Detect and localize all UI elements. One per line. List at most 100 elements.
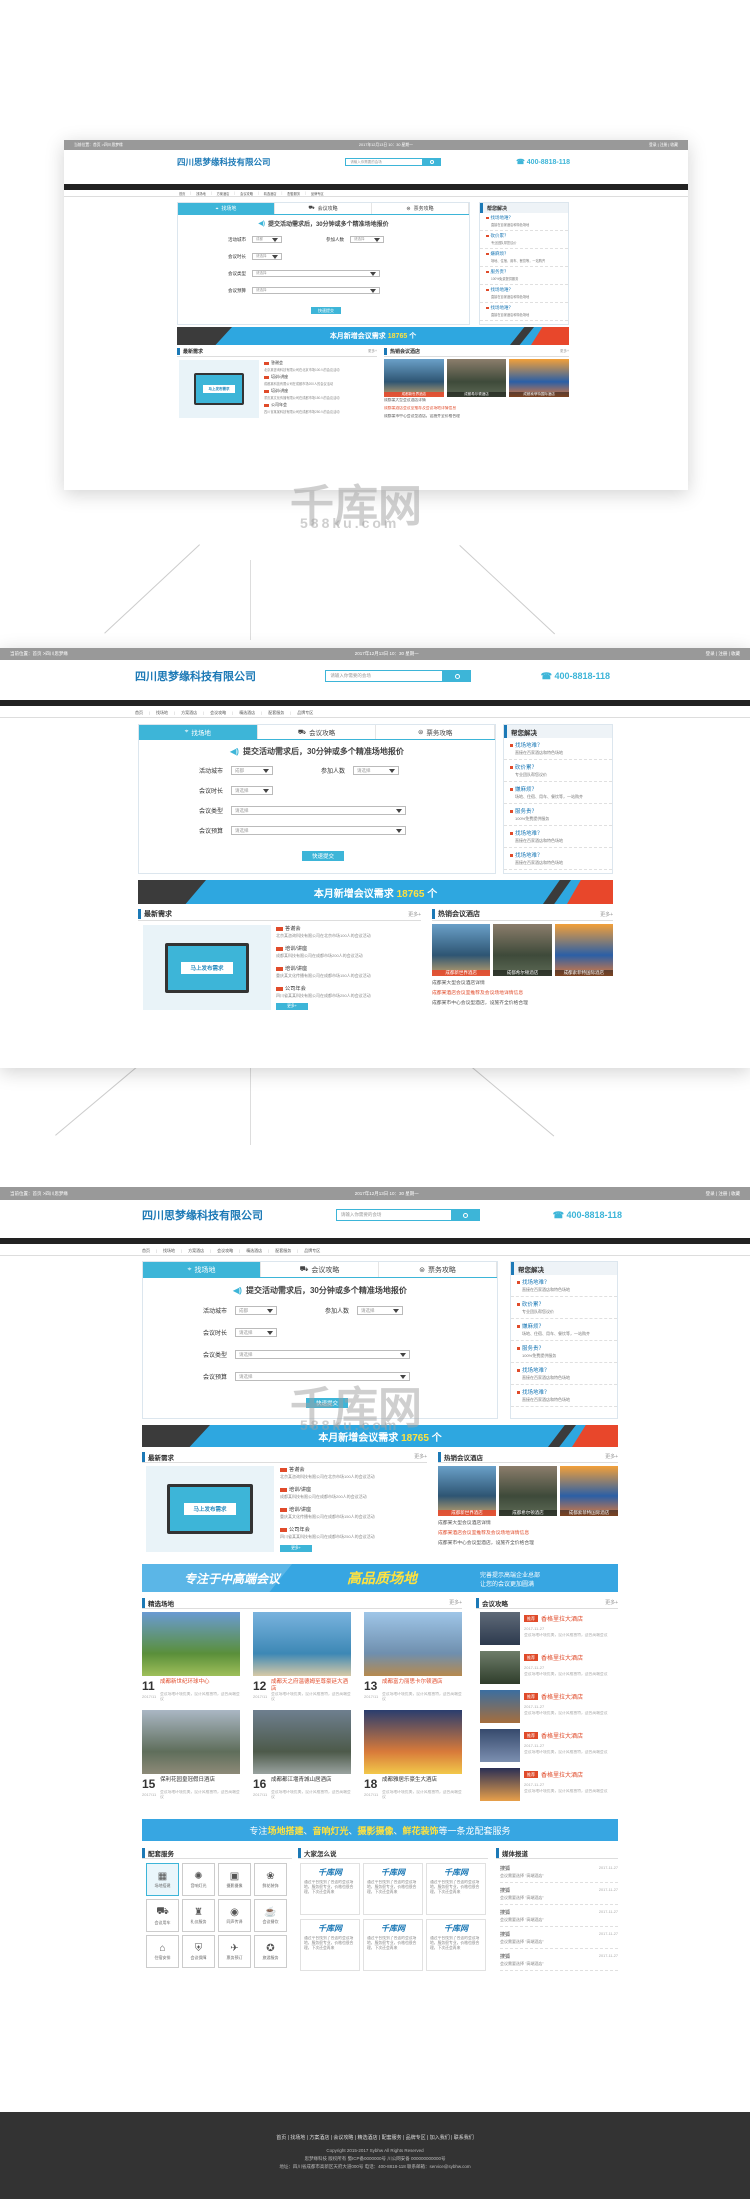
latest-more-link[interactable]: 更多+ (414, 1453, 427, 1460)
hot-more-link[interactable]: 更多+ (560, 349, 569, 354)
service-item[interactable]: ♜ 礼仪服务 (182, 1899, 215, 1932)
latest-more-button[interactable]: 更多+ (276, 1003, 308, 1010)
hot-hotel-image[interactable]: 成都新世界酒店 (432, 924, 491, 976)
help-item[interactable]: 嫌麻烦？ 场地、住宿、用车、餐饮等，一站购齐 (504, 782, 612, 804)
duration-select[interactable]: 请选择 (231, 786, 274, 795)
subnav-item-3[interactable]: 会议攻略 (210, 710, 226, 716)
latest-item[interactable]: 答谢会 北京某咨询科技有限公司在北京市场100人的会议活动 (276, 925, 421, 939)
hot-hotel-image[interactable]: 成都新世界酒店 (384, 359, 444, 397)
service-item[interactable]: ▣ 摄影摄像 (218, 1863, 251, 1896)
subnav-item-6[interactable]: 品牌专区 (304, 1248, 320, 1254)
subnav-item-4[interactable]: 精选酒店 (239, 710, 255, 716)
company-logo[interactable]: 四川思梦缘科技有限公司 (135, 668, 256, 684)
company-logo[interactable]: 四川思梦缘科技有限公司 (177, 156, 271, 168)
guide-image[interactable] (480, 1768, 520, 1801)
latest-item[interactable]: 公司年会 四川省某某科技有限公司在成都市场250人的会议活动 (276, 985, 421, 999)
latest-more-button[interactable]: 更多+ (280, 1545, 312, 1552)
hot-more-link[interactable]: 更多+ (600, 911, 613, 918)
media-item[interactable]: 搜狐 会议需要选择 "高端酒店" 2017-11-27 (500, 1907, 618, 1927)
latest-item[interactable]: 培训/讲座 重庆某文化传播有限公司在成都市场150人的会议活动 (264, 388, 376, 400)
publish-button[interactable]: 马上发布需求 (203, 385, 235, 393)
publish-button[interactable]: 马上发布需求 (181, 961, 233, 974)
subnav-item-0[interactable]: 首页 (179, 191, 185, 196)
hot-hotel-image[interactable]: 成都希尔顿酒店 (499, 1466, 557, 1516)
help-item[interactable]: 找场地难？ 直接在百家酒店和特色场地 (511, 1363, 617, 1385)
help-item[interactable]: 砍价累？ 专业团队帮您议价 (480, 231, 568, 249)
venue-card[interactable]: 15 2017/11 保利花园皇冠假日酒店 会议场地环境优美，设计风格独特，适合高端会… (142, 1710, 240, 1804)
service-item[interactable]: ❀ 鲜花装饰 (254, 1863, 287, 1896)
subnav-item-1[interactable]: 找场地 (163, 1248, 175, 1254)
login-links[interactable]: 登录 | 注册 | 收藏 (706, 651, 740, 657)
service-item[interactable]: ✪ 旅游服务 (254, 1935, 287, 1968)
guide-image[interactable] (480, 1651, 520, 1684)
venue-image[interactable] (253, 1710, 351, 1774)
hot-list-item[interactable]: 成都某酒店会议室推荐及会议场地详情信息 (438, 1529, 618, 1536)
subnav-item-2[interactable]: 方案酒店 (217, 191, 230, 196)
guide-more-link[interactable]: 更多+ (605, 1599, 618, 1606)
service-item[interactable]: ⛨ 会议保障 (182, 1935, 215, 1968)
guide-item[interactable]: 推荐 香格里拉大酒店 2017-11-27 会议场地环境优美，设计风格独特，适合高端会… (480, 1729, 618, 1765)
venue-image[interactable] (142, 1612, 240, 1676)
latest-item[interactable]: 公司年会 四川省某某科技有限公司在成都市场250人的会议活动 (264, 402, 376, 414)
featured-more-link[interactable]: 更多+ (449, 1599, 462, 1606)
search-button[interactable] (423, 158, 442, 166)
duration-select[interactable]: 请选择 (235, 1328, 278, 1337)
people-select[interactable]: 请选择 (353, 766, 400, 775)
tab-meeting-guide[interactable]: ⛟ 会议攻略 (275, 203, 372, 214)
tab-meeting-guide[interactable]: ⛟ 会议攻略 (261, 1262, 379, 1277)
city-select[interactable]: 成都 (231, 766, 274, 775)
duration-select[interactable]: 请选择 (252, 253, 282, 260)
media-item[interactable]: 搜狐 会议需要选择 "高端酒店" 2017-11-27 (500, 1951, 618, 1971)
hot-hotel-image[interactable]: 成都索菲特国际酒店 (560, 1466, 618, 1516)
help-item[interactable]: 嫌麻烦？ 场地、住宿、用车、餐饮等，一站购齐 (511, 1319, 617, 1341)
venue-card[interactable]: 16 2017/11 成都都江堰青城山居酒店 会议场地环境优美，设计风格独特，适合高端… (253, 1710, 351, 1804)
subnav-item-6[interactable]: 品牌专区 (297, 710, 313, 716)
tab-ticket-guide[interactable]: ⊜ 票务攻略 (372, 203, 469, 214)
hot-list-item[interactable]: 成都某大型会议酒店详情 (384, 398, 569, 403)
help-item[interactable]: 嫌麻烦？ 场地、住宿、用车、餐饮等，一站购齐 (480, 249, 568, 267)
hot-hotel-image[interactable]: 成都新世界酒店 (438, 1466, 496, 1516)
search-button[interactable] (451, 1209, 480, 1221)
login-links[interactable]: 登录 | 注册 | 收藏 (706, 1191, 740, 1197)
subnav-item-4[interactable]: 精选酒店 (264, 191, 277, 196)
subnav-item-3[interactable]: 会议攻略 (217, 1248, 233, 1254)
tab-meeting-guide[interactable]: ⛟ 会议攻略 (257, 725, 377, 739)
latest-more-link[interactable]: 更多+ (368, 349, 377, 354)
guide-item[interactable]: 推荐 香格里拉大酒店 2017-11-27 会议场地环境优美，设计风格独特，适合高端会… (480, 1651, 618, 1687)
latest-item[interactable]: 培训/讲座 成都某科技有限公司在成都市场200人的会议活动 (264, 374, 376, 386)
hot-hotel-image[interactable]: 成都希尔顿酒店 (493, 924, 552, 976)
latest-item[interactable]: 答谢会 北京某咨询科技有限公司在北京市场100人的会议活动 (264, 360, 376, 372)
hot-more-link[interactable]: 更多+ (605, 1453, 618, 1460)
publish-button[interactable]: 马上发布需求 (184, 1503, 236, 1515)
latest-item[interactable]: 培训/讲座 重庆某文化传播有限公司在成都市场150人的会议活动 (276, 965, 421, 979)
tab-ticket-guide[interactable]: ⊜ 票务攻略 (379, 1262, 497, 1277)
people-select[interactable]: 请选择 (350, 236, 384, 243)
hot-hotel-image[interactable]: 成都索菲特国际酒店 (554, 924, 613, 976)
help-item[interactable]: 找场地难？ 直接在百家酒店和特色场地 (480, 303, 568, 321)
help-item[interactable]: 找场地难？ 直接在百家酒店和特色场地 (504, 826, 612, 848)
help-item[interactable]: 服务贵？ 100%免费提供服务 (480, 267, 568, 285)
help-item[interactable]: 找场地难？ 直接在百家酒店和特色场地 (511, 1385, 617, 1407)
tab-venue[interactable]: ⌖ 找场地 (178, 203, 275, 214)
venue-image[interactable] (142, 1710, 240, 1774)
submit-button[interactable]: 快速提交 (311, 307, 341, 314)
venue-card[interactable]: 12 2017/11 成都天之府温德姆至尊豪廷大酒店 会议场地环境优美，设计风格独特，… (253, 1612, 351, 1706)
hot-list-item[interactable]: 成都某市中心会议型酒店，设施齐全价格合理 (384, 414, 569, 419)
type-select[interactable]: 请选择 (231, 806, 407, 815)
subnav-item-5[interactable]: 配套服务 (268, 710, 284, 716)
subnav-item-2[interactable]: 方案酒店 (181, 710, 197, 716)
latest-item[interactable]: 培训/讲座 重庆某文化传播有限公司在成都市场150人的会议活动 (280, 1506, 427, 1520)
latest-more-link[interactable]: 更多+ (408, 911, 421, 918)
guide-item[interactable]: 推荐 香格里拉大酒店 2017-11-27 会议场地环境优美，设计风格独特，适合高端会… (480, 1612, 618, 1648)
service-item[interactable]: ▦ 场地搭建 (146, 1863, 179, 1896)
search-button[interactable] (443, 670, 472, 682)
help-item[interactable]: 服务贵？ 100%免费提供服务 (504, 804, 612, 826)
type-select[interactable]: 请选择 (252, 270, 380, 277)
venue-card[interactable]: 11 2017/11 成都新世纪环球中心 会议场地环境优美，设计风格独特，适合高端会议 (142, 1612, 240, 1706)
help-item[interactable]: 砍价累？ 专业团队帮您议价 (504, 760, 612, 782)
help-item[interactable]: 找场地难？ 直接在百家酒店和特色场地 (480, 213, 568, 231)
subnav-item-4[interactable]: 精选酒店 (246, 1248, 262, 1254)
venue-image[interactable] (253, 1612, 351, 1676)
hot-hotel-image[interactable]: 成都索菲特国际酒店 (509, 359, 569, 397)
submit-button[interactable]: 快速提交 (302, 851, 344, 861)
